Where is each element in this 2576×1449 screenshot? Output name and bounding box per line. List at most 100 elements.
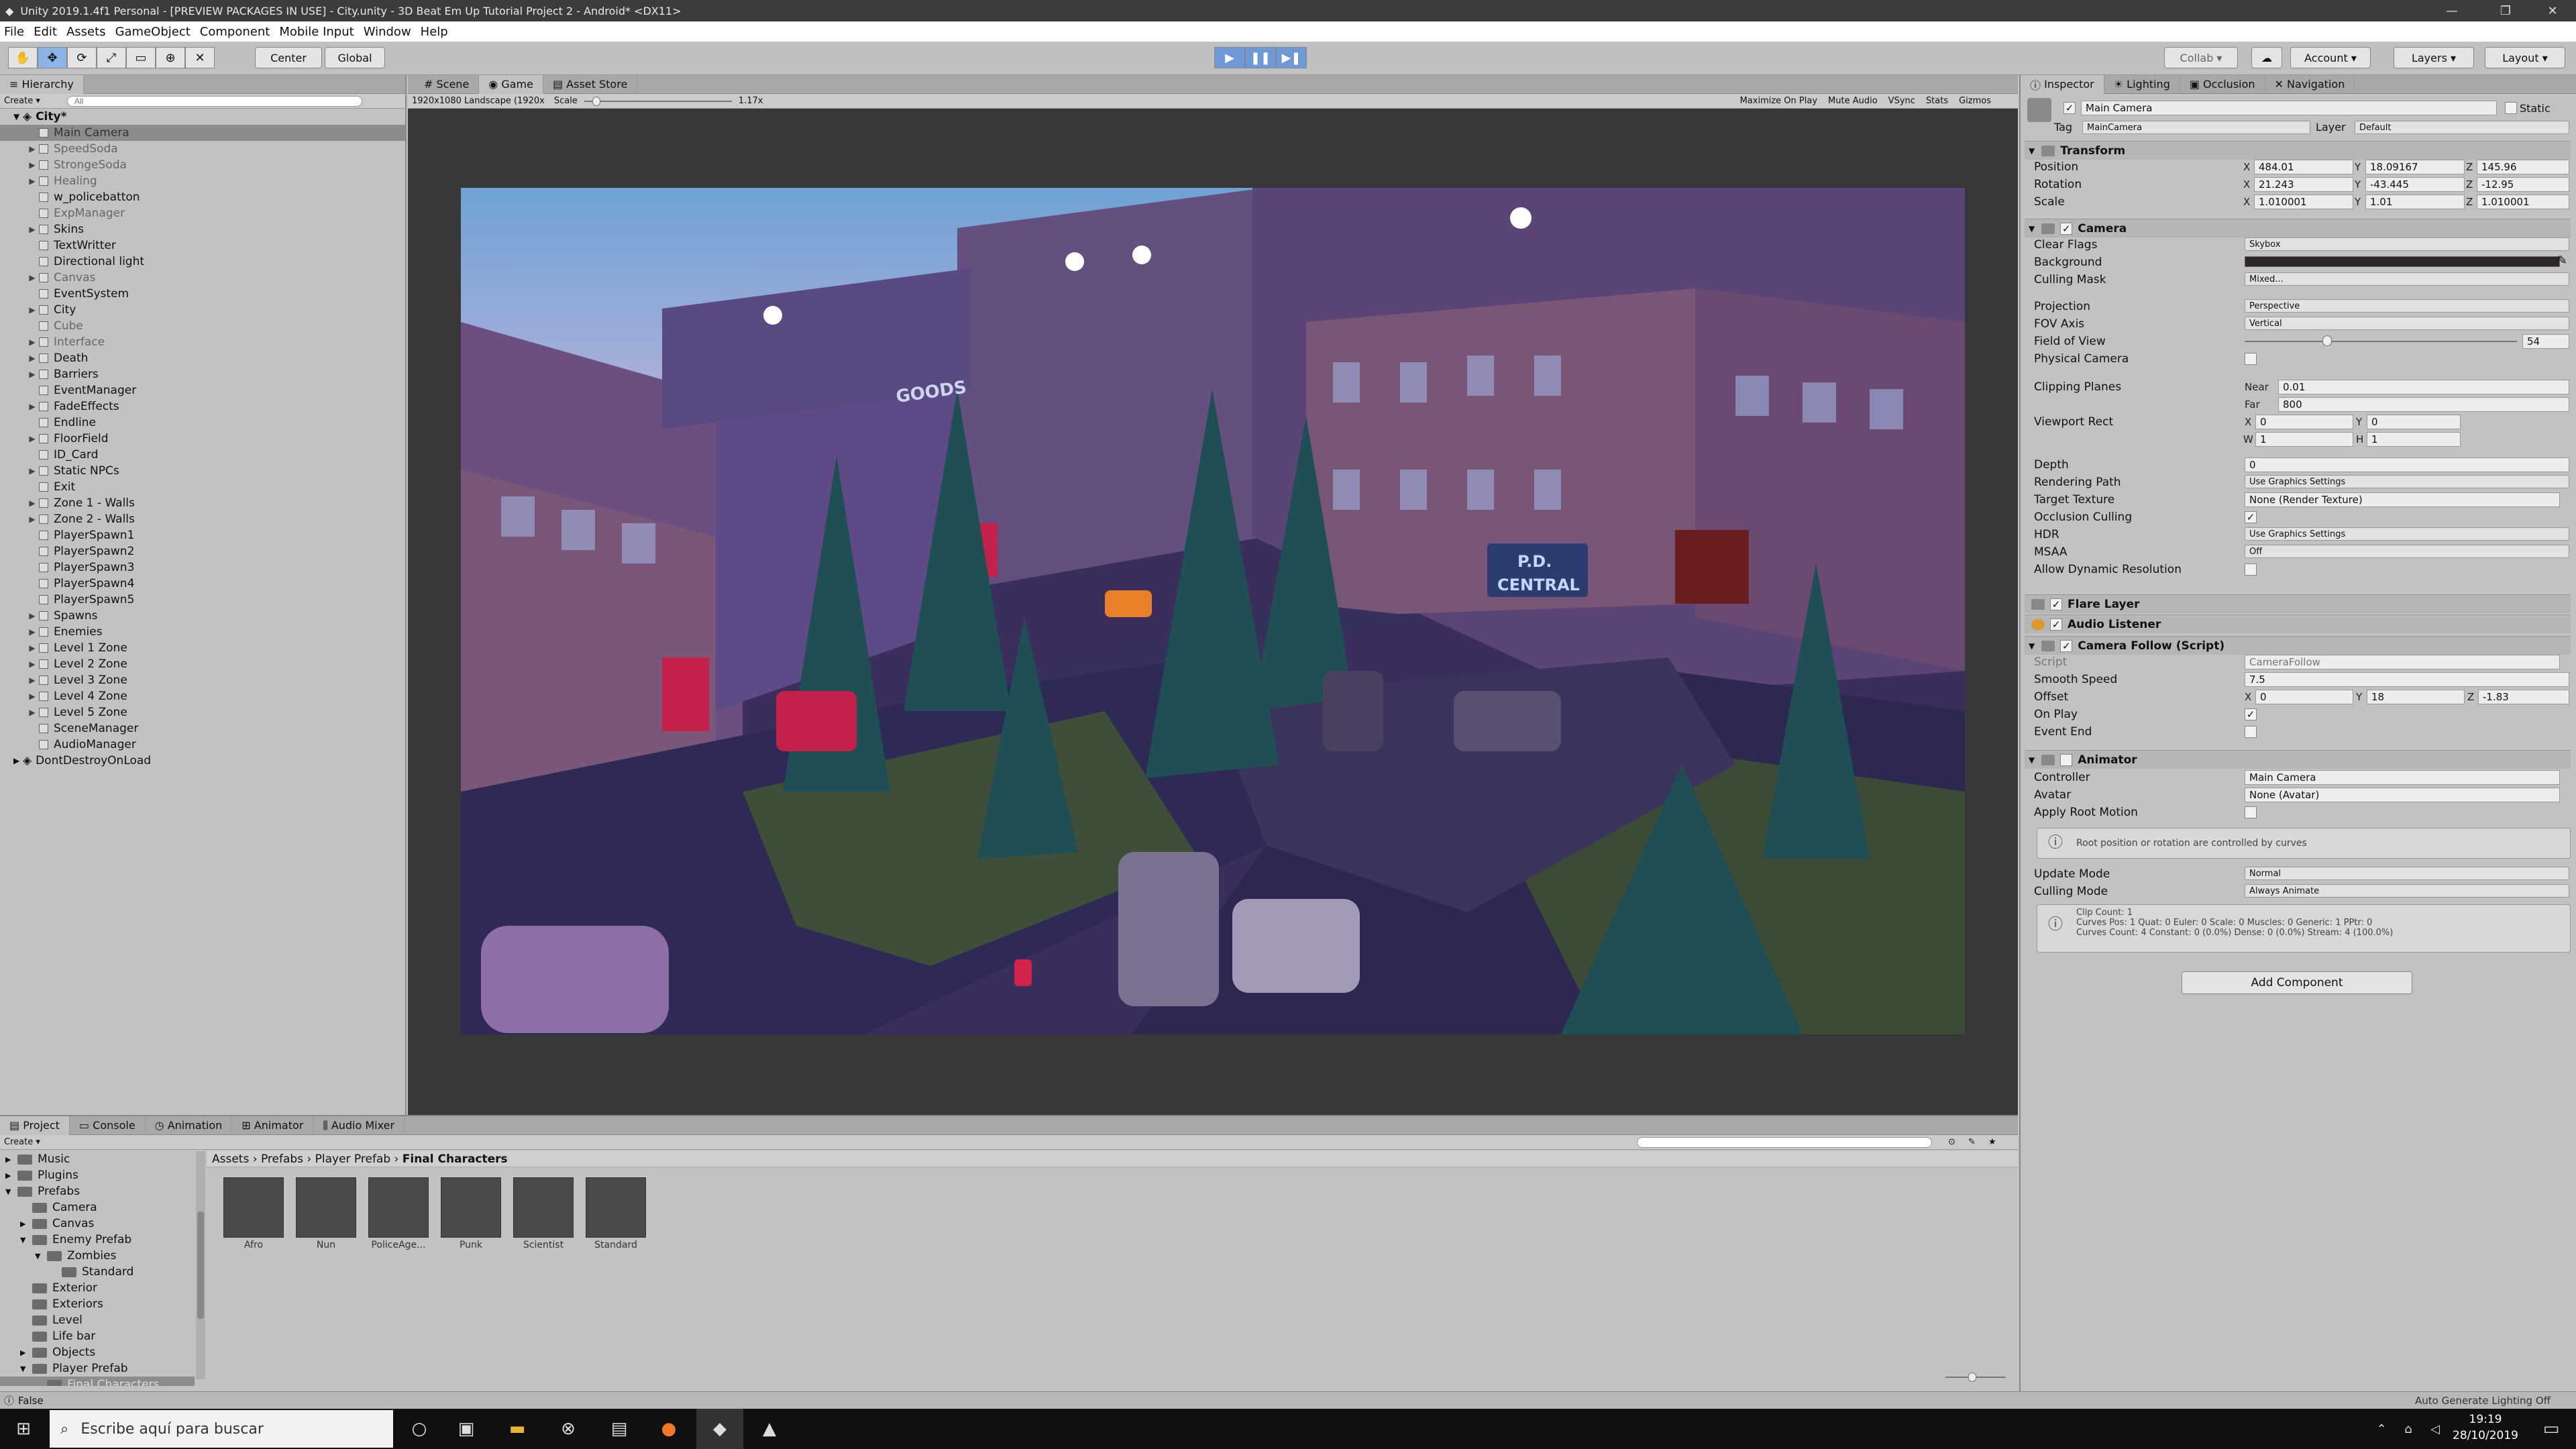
hierarchy-item[interactable]: PlayerSpawn5 [0,592,405,608]
favorite-star-icon[interactable]: ★ [1988,1137,1996,1147]
expand-arrow-icon[interactable]: ▶ [25,225,39,234]
viewport-w[interactable]: 1 [2255,432,2353,447]
rotation-x[interactable]: 21.243 [2254,177,2353,192]
animator-header[interactable]: ▼ Animator [2025,750,2571,769]
hierarchy-item[interactable]: TextWritter [0,237,405,254]
tab-hierarchy[interactable]: ≡ Hierarchy [0,74,84,94]
camera-follow-header[interactable]: ▼ ✓ Camera Follow (Script) [2025,636,2571,655]
hierarchy-item[interactable]: EventSystem [0,286,405,302]
expand-arrow-icon[interactable]: ▶ [5,1155,17,1164]
hierarchy-item[interactable]: PlayerSpawn2 [0,543,405,559]
camera-component-header[interactable]: ▼ ✓ Camera [2025,219,2571,237]
expand-arrow-icon[interactable]: ▶ [5,1171,17,1180]
hierarchy-item[interactable]: PlayerSpawn1 [0,527,405,543]
audio-listener-checkbox[interactable]: ✓ [2050,618,2062,631]
breadcrumb-assets[interactable]: Assets [212,1152,249,1166]
expand-arrow-icon[interactable]: ▶ [25,402,39,411]
tab-console[interactable]: ▭ Console [70,1116,146,1135]
viewport-y[interactable]: 0 [2367,415,2461,429]
tab-occlusion[interactable]: ▣ Occlusion [2180,74,2265,94]
depth-field[interactable]: 0 [2245,458,2569,472]
offset-z[interactable]: -1.83 [2478,690,2569,704]
scale-x[interactable]: 1.010001 [2254,195,2353,209]
minimize-button[interactable]: — [2428,0,2475,21]
project-folder-item[interactable]: Camera [0,1199,195,1216]
collab-button[interactable]: Collab ▾ [2164,47,2238,68]
breadcrumb-prefabs[interactable]: Prefabs [261,1152,303,1166]
windows-start-icon[interactable]: ⊞ [0,1409,47,1449]
expand-arrow-icon[interactable]: ▶ [20,1220,32,1228]
menu-help[interactable]: Help [421,25,448,39]
position-y[interactable]: 18.09167 [2365,160,2465,174]
rotation-y[interactable]: -43.445 [2365,177,2465,192]
network-icon[interactable]: ⌂ [2395,1409,2422,1449]
hierarchy-item[interactable]: ▶ Level 3 Zone [0,672,405,688]
mute-audio-toggle[interactable]: Mute Audio [1828,96,1878,106]
project-folder-item[interactable]: Exteriors [0,1296,195,1312]
controller-field[interactable]: Main Camera [2245,770,2560,785]
hierarchy-create-button[interactable]: Create [4,96,33,106]
hierarchy-item[interactable]: ▶ Healing [0,173,405,189]
layout-dropdown[interactable]: Layout ▾ [2485,47,2565,68]
audio-listener-header[interactable]: ✓ Audio Listener [2025,614,2571,633]
expand-arrow-icon[interactable]: ▶ [25,273,39,282]
hierarchy-item[interactable]: Endline [0,415,405,431]
tab-navigation[interactable]: ✕ Navigation [2265,74,2355,94]
file-explorer-icon[interactable]: ▬ [494,1409,541,1449]
hierarchy-item[interactable]: ▶ Level 5 Zone [0,704,405,720]
dynamic-resolution-checkbox[interactable] [2245,564,2257,576]
close-button[interactable]: ✕ [2529,0,2576,21]
layer-dropdown[interactable]: Default [2355,121,2569,134]
pivot-center-button[interactable]: Center [255,47,322,68]
expand-arrow-icon[interactable]: ▶ [25,611,39,621]
object-name-field[interactable]: Main Camera [2081,101,2497,115]
smooth-speed-field[interactable]: 7.5 [2245,672,2569,687]
menu-gameobject[interactable]: GameObject [115,25,191,39]
tag-dropdown[interactable]: MainCamera [2082,121,2310,134]
hierarchy-search-input[interactable] [66,95,362,107]
hierarchy-item[interactable]: ▶ Interface [0,334,405,350]
xbox-icon[interactable]: ⊗ [545,1409,592,1449]
hierarchy-item[interactable]: ▶ Zone 1 - Walls [0,495,405,511]
custom-tool-icon[interactable]: ✕ [185,47,215,68]
icon-size-slider-thumb[interactable] [1968,1373,1976,1382]
cortana-icon[interactable]: ○ [396,1409,443,1449]
tab-project[interactable]: ▤ Project [0,1116,70,1135]
menu-edit[interactable]: Edit [34,25,57,39]
expand-arrow-icon[interactable]: ▶ [25,627,39,637]
hierarchy-item[interactable]: w_policebatton [0,189,405,205]
scale-slider-thumb[interactable] [592,96,600,106]
culling-mode-dropdown[interactable]: Always Animate [2245,884,2569,898]
avatar-field[interactable]: None (Avatar) [2245,788,2560,802]
notifications-icon[interactable]: ▭ [2528,1409,2575,1449]
tab-animation[interactable]: ◷ Animation [146,1116,233,1135]
project-folder-item[interactable]: ▶ Music [0,1151,195,1167]
expand-arrow-icon[interactable]: ▶ [25,708,39,717]
expand-arrow-icon[interactable]: ▶ [25,434,39,443]
hierarchy-item[interactable]: ▶ Enemies [0,624,405,640]
taskbar-search[interactable]: ⌕ Escribe aquí para buscar [50,1410,393,1448]
hierarchy-item[interactable]: PlayerSpawn3 [0,559,405,576]
gizmos-toggle[interactable]: Gizmos [1959,96,1991,106]
expand-arrow-icon[interactable]: ▶ [25,144,39,154]
hierarchy-item[interactable]: Directional light [0,254,405,270]
tab-lighting[interactable]: ☀ Lighting [2104,74,2180,94]
hierarchy-item[interactable]: ▶ Death [0,350,405,366]
far-field[interactable]: 800 [2278,397,2569,412]
fov-slider[interactable] [2245,341,2517,342]
tab-game[interactable]: ◉ Game [479,74,543,94]
project-folder-item[interactable]: Exterior [0,1280,195,1296]
expand-arrow-icon[interactable]: ▼ [20,1236,32,1244]
expand-arrow-icon[interactable]: ▶ [25,498,39,508]
expand-arrow-icon[interactable]: ▼ [35,1252,47,1260]
menu-assets[interactable]: Assets [66,25,106,39]
tab-animator[interactable]: ⊞ Animator [232,1116,314,1135]
project-folder-item[interactable]: ▼ Player Prefab [0,1360,195,1377]
project-folder-item[interactable]: ▶ Objects [0,1344,195,1360]
photos-icon[interactable]: ▲ [746,1409,793,1449]
pivot-global-button[interactable]: Global [325,47,385,68]
hierarchy-item[interactable]: ▶ SpeedSoda [0,141,405,157]
project-folder-item[interactable]: ▶ Plugins [0,1167,195,1183]
hierarchy-item[interactable]: ▶ StrongeSoda [0,157,405,173]
hierarchy-item[interactable]: ID_Card [0,447,405,463]
